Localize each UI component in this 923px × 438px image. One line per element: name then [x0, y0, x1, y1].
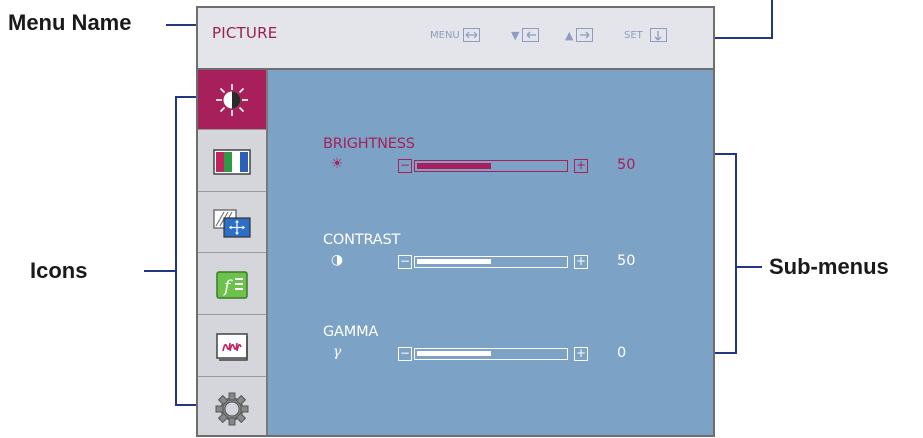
set-hotkey[interactable]: SET	[624, 28, 667, 42]
submenus-bracket-bottom	[715, 352, 737, 354]
contrast-label: CONTRAST	[323, 232, 401, 248]
brightness-icon	[216, 83, 248, 116]
callout-icons: Icons	[30, 258, 88, 283]
brightness-slider[interactable]	[414, 160, 568, 172]
brightness-slider-fill	[417, 162, 491, 169]
submenus-bracket-top	[715, 153, 737, 155]
top-right-leader-h	[715, 37, 773, 39]
gamma-plus-button[interactable]: +	[574, 347, 588, 361]
up-hotkey[interactable]: ▲	[565, 28, 594, 42]
position-icon	[213, 208, 251, 238]
sun-icon: ☀	[330, 156, 344, 172]
contrast-value: 50	[617, 253, 636, 269]
contrast-plus-button[interactable]: +	[574, 255, 588, 269]
menu-name: PICTURE	[212, 24, 278, 42]
contrast-icon: ◑	[330, 252, 344, 268]
menu-hotkey[interactable]: MENU	[430, 28, 480, 42]
gamma-icon: γ	[332, 344, 342, 360]
icons-bracket-v	[175, 96, 177, 406]
icon-tab-function[interactable]: f	[198, 255, 266, 315]
brightness-label: BRIGHTNESS	[323, 136, 415, 152]
submenus-bracket-v	[735, 153, 737, 354]
menu-name-leader	[166, 24, 196, 26]
callout-sub-menus: Sub-menus	[769, 254, 889, 279]
icon-tab-color[interactable]	[198, 132, 266, 192]
brightness-plus-button[interactable]: +	[574, 159, 588, 173]
right-arrow-icon	[576, 28, 594, 42]
icon-column: f	[198, 70, 268, 435]
brightness-minus-button[interactable]: −	[398, 159, 412, 173]
gamma-minus-button[interactable]: −	[398, 347, 412, 361]
callout-menu-name: Menu Name	[8, 10, 132, 35]
function-icon: f	[216, 270, 248, 299]
submenus-bracket-stub	[735, 266, 762, 268]
exit-arrows-icon	[462, 28, 480, 42]
down-arrow-icon	[649, 28, 667, 42]
icon-tab-signal[interactable]	[198, 317, 266, 377]
contrast-slider-fill	[417, 259, 491, 264]
icons-bracket-stub	[144, 270, 176, 272]
up-triangle-icon: ▲	[565, 28, 574, 42]
icons-bracket-bottom	[175, 404, 196, 406]
contrast-slider[interactable]	[414, 256, 568, 268]
down-hotkey[interactable]: ▼	[511, 28, 540, 42]
top-right-leader-v	[771, 0, 773, 39]
icon-tab-settings[interactable]	[198, 379, 266, 438]
signal-icon	[216, 332, 248, 361]
menu-hotkey-label: MENU	[430, 29, 460, 41]
down-triangle-icon: ▼	[511, 28, 520, 42]
color-bars-icon	[213, 148, 251, 175]
gamma-value: 0	[617, 345, 627, 361]
contrast-minus-button[interactable]: −	[398, 255, 412, 269]
osd-header: PICTURE MENU ▼ ▲ SET	[198, 8, 713, 70]
osd-menu: PICTURE MENU ▼ ▲ SET f BRIGHTNESS ☀ − + …	[196, 6, 715, 437]
left-arrow-icon	[522, 28, 540, 42]
set-hotkey-label: SET	[624, 29, 643, 41]
icons-bracket-top	[175, 96, 196, 98]
gamma-label: GAMMA	[323, 324, 379, 340]
icon-tab-brightness[interactable]	[198, 70, 266, 130]
submenu-panel: BRIGHTNESS ☀ − + 50 CONTRAST ◑ − + 50 GA…	[268, 70, 713, 435]
gamma-slider[interactable]	[414, 348, 568, 360]
gamma-slider-fill	[417, 351, 491, 356]
brightness-value: 50	[617, 157, 636, 173]
settings-gear-icon	[215, 392, 249, 426]
icon-tab-position[interactable]	[198, 193, 266, 253]
